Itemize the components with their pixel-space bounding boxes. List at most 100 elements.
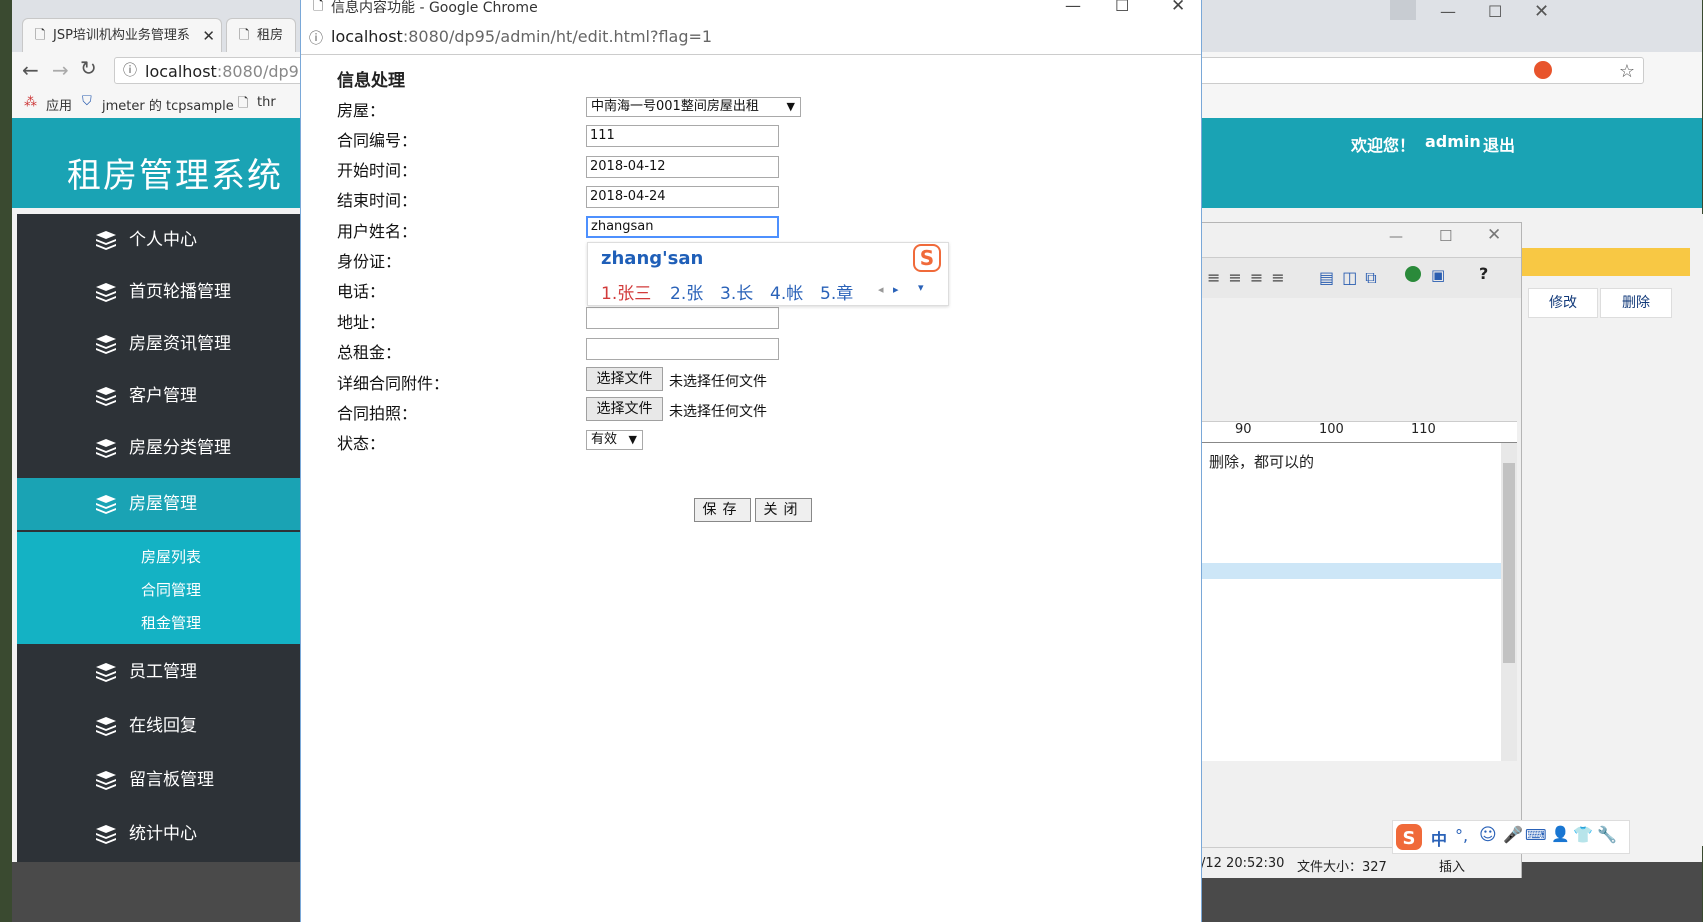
label-photo: 合同拍照： [337,404,418,423]
sidebar-item-statistics[interactable]: 统计中心 [17,808,300,860]
attachment-file-status: 未选择任何文件 [669,374,767,390]
back-icon[interactable]: ← [22,58,39,82]
sidebar-item-customers[interactable]: 客户管理 [17,370,300,422]
user-link[interactable]: admin [1425,132,1481,151]
sidebar-item-staff[interactable]: 员工管理 [17,646,300,698]
profile-icon[interactable] [1390,0,1416,20]
close-button[interactable]: 关闭 [755,498,812,522]
svg-text:S: S [920,246,934,270]
stack-icon [95,438,117,458]
username-input[interactable]: zhangsan [586,216,779,238]
align-icons[interactable]: ≡≡≡≡ [1207,268,1293,287]
minimize-icon[interactable]: — [1389,229,1403,245]
stack-icon [95,494,117,514]
editor-text: 删除，都可以的 [1209,453,1315,471]
minimize-icon[interactable]: — [1065,0,1081,15]
sidebar-item-personal[interactable]: 个人中心 [17,214,300,266]
address-input[interactable] [586,307,779,329]
extension-icon[interactable] [1534,61,1552,79]
label-phone: 电话： [337,282,386,301]
minimize-icon[interactable]: — [1440,2,1456,21]
emoji-icon[interactable]: ☺ [1479,825,1497,845]
dropdown-arrow-icon: ▼ [628,433,637,446]
microphone-icon[interactable]: 🎤 [1503,825,1523,844]
page-scrollbar[interactable] [1690,214,1703,846]
status-size: 文件大小：327 [1297,860,1387,875]
total-rent-input[interactable] [586,338,779,360]
ime-candidate[interactable]: 5.章 [820,279,853,304]
edit-button[interactable]: 修改 [1528,288,1598,318]
delete-button[interactable]: 删除 [1600,288,1672,318]
ime-candidate[interactable]: 2.张 [670,279,703,304]
close-icon[interactable]: ✕ [1171,0,1185,16]
sidebar-item-label: 统计中心 [129,824,197,844]
sidebar-item-online-reply[interactable]: 在线回复 [17,700,300,752]
globe-icon[interactable] [1405,266,1421,282]
url-path: :8080/dp95 [216,62,309,81]
ime-candidate[interactable]: 1.张三 [601,279,651,304]
close-tab-icon[interactable]: ✕ [202,19,215,52]
close-icon[interactable]: ✕ [1487,225,1501,245]
close-window-icon[interactable]: ✕ [1534,1,1549,22]
skin-icon[interactable]: 👕 [1573,825,1593,844]
chinese-mode-icon[interactable]: 中 [1431,826,1447,850]
sidebar-item-label: 房屋资讯管理 [129,334,231,354]
photo-file-button[interactable]: 选择文件 [586,397,663,421]
sidebar-item-label: 首页轮播管理 [129,282,231,302]
house-select[interactable]: 中南海一号001整间房屋出租 ▼ [586,97,801,117]
bookmark-thr[interactable]: thr [257,95,276,110]
status-mode: 插入 [1439,860,1466,875]
maximize-icon[interactable]: ☐ [1439,227,1452,245]
ruler-label: 90 [1235,422,1252,437]
page-next-icon[interactable]: ▸ [893,283,899,296]
image-icon[interactable]: ▣ [1431,266,1445,284]
punctuation-icon[interactable]: °, [1455,826,1468,845]
expand-icon[interactable]: ▾ [918,281,924,294]
bookmark-apps[interactable]: 应用 [46,95,72,114]
save-button[interactable]: 保存 [694,498,751,522]
reload-icon[interactable]: ↻ [80,56,97,80]
ime-candidate[interactable]: 4.帐 [770,279,803,304]
page-prev-icon[interactable]: ◂ [878,283,884,296]
help-icon[interactable]: ? [1479,264,1488,283]
status-select[interactable]: 有效 ▼ [586,430,643,450]
attachment-file-button[interactable]: 选择文件 [586,367,663,391]
layout-icons[interactable]: ▤◫⧉ [1319,268,1385,288]
star-icon[interactable]: ☆ [1619,58,1635,85]
tab-label: JSP培训机构业务管理系 [53,28,190,43]
settings-wrench-icon[interactable]: 🔧 [1597,825,1617,844]
keyboard-icon[interactable]: ⌨ [1525,826,1547,844]
logout-link[interactable]: 退出 [1483,132,1515,156]
sidebar-item-label: 房屋分类管理 [129,438,231,458]
stack-icon [95,770,117,790]
popup-address-bar[interactable]: ⓘ localhost:8080/dp95/admin/ht/edit.html… [301,22,1201,55]
forward-icon[interactable]: → [52,58,69,82]
popup-title: 信息内容功能 - Google Chrome [331,0,538,16]
sidebar-item-carousel[interactable]: 首页轮播管理 [17,266,300,318]
bookmark-jmeter[interactable]: jmeter 的 tcpsample [102,95,234,114]
maximize-icon[interactable]: ☐ [1115,0,1129,15]
submenu-item-house-list[interactable]: 房屋列表 [17,546,300,567]
stack-icon [95,334,117,354]
editor-scrollbar[interactable] [1501,443,1517,761]
url-host: localhost [331,27,403,46]
sidebar-item-news[interactable]: 房屋资讯管理 [17,318,300,370]
tab-rental[interactable]: 🗋 租房 [226,18,296,52]
tab-jsp-system[interactable]: JSP培训机构业务管理系 🗋 ✕ [22,18,222,52]
maximize-icon[interactable]: ☐ [1488,2,1502,21]
contract-no-input[interactable]: 111 [586,125,779,147]
end-time-input[interactable]: 2018-04-24 [586,186,779,208]
sidebar-item-message-board[interactable]: 留言板管理 [17,754,300,806]
start-time-input[interactable]: 2018-04-12 [586,156,779,178]
ime-candidate[interactable]: 3.长 [720,279,753,304]
submenu-item-rent[interactable]: 租金管理 [17,612,300,633]
submenu-item-contracts[interactable]: 合同管理 [17,579,300,600]
welcome-text: 欢迎您！ [1351,136,1416,155]
user-icon[interactable]: 👤 [1551,825,1570,843]
editor-content[interactable]: 删除，都可以的 [1199,443,1501,761]
sidebar-item-houses[interactable]: 房屋管理 [17,478,300,530]
scroll-thumb[interactable] [1503,463,1515,663]
sidebar-item-categories[interactable]: 房屋分类管理 [17,422,300,474]
sogou-logo-icon: S [912,243,942,273]
sogou-logo-icon[interactable]: S [1395,823,1423,851]
